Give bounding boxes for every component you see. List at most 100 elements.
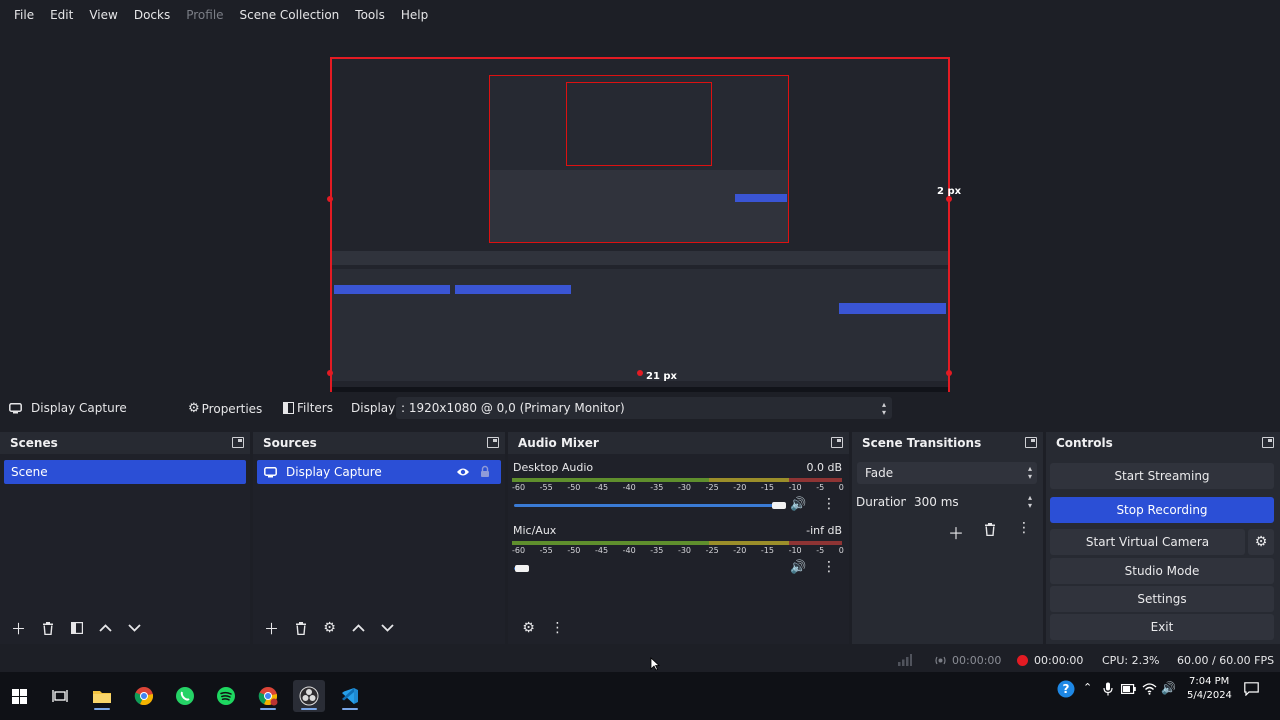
tick-label: -25 [705,546,719,555]
wifi-icon[interactable] [1142,682,1157,695]
more-options-icon[interactable]: ⋮ [1017,520,1031,536]
resize-handle-left[interactable] [327,196,333,202]
trash-icon[interactable] [984,523,996,536]
properties-label: Properties [201,401,263,416]
resize-handle-bottom-right[interactable] [946,370,952,376]
vscode-icon[interactable] [334,680,366,712]
desktop-audio-meter-red [789,478,842,482]
preview-area[interactable]: 2 px 21 px [0,30,1280,405]
start-streaming-label: Start Streaming [1114,469,1210,483]
menu-edit[interactable]: Edit [42,8,81,22]
resize-handle-bottom[interactable] [637,370,643,376]
undock-icon[interactable] [1262,437,1274,448]
add-transition-icon[interactable]: ＋ [948,520,964,544]
display-select[interactable]: : 1920x1080 @ 0,0 (Primary Monitor) ▴ ▾ [396,397,892,419]
add-icon[interactable]: ＋ [4,618,33,638]
desktop-audio-ticks: -60 -55 -50 -45 -40 -35 -30 -25 -20 -15 … [512,483,844,492]
filters-button[interactable]: Filters [283,401,333,415]
duration-spinbox[interactable]: 300 ms ▴ ▾ [906,491,1037,513]
menu-view[interactable]: View [81,8,125,22]
tick-label: -55 [539,546,553,555]
lock-icon[interactable] [480,465,490,478]
properties-button[interactable]: ⚙ Properties [188,401,262,416]
clock-time[interactable]: 7:04 PM [1189,676,1229,687]
menu-profile[interactable]: Profile [178,8,231,22]
notification-icon[interactable] [1244,682,1259,696]
studio-mode-button[interactable]: Studio Mode [1050,558,1274,584]
whatsapp-icon[interactable] [169,680,201,712]
spin-arrows-icon[interactable]: ▴ ▾ [1028,494,1032,510]
tick-label: -25 [705,483,719,492]
volume-icon[interactable]: 🔊 [1161,681,1176,695]
chrome-icon[interactable] [128,680,160,712]
sources-toolbar: ＋ ⚙ [257,618,402,638]
clock-date[interactable]: 5/4/2024 [1187,690,1232,701]
desktop-audio-volume-track[interactable] [514,504,779,507]
menu-file[interactable]: File [6,8,42,22]
more-options-icon[interactable]: ⋮ [543,618,572,638]
exit-label: Exit [1150,620,1174,634]
scene-transitions-title: Scene Transitions [862,436,982,450]
source-toolbar: Display Capture ⚙ Properties Filters Dis… [0,392,1280,425]
more-options-icon[interactable]: ⋮ [822,559,836,575]
audio-mixer-title: Audio Mixer [518,436,599,450]
source-item[interactable]: Display Capture [257,460,501,484]
exit-button[interactable]: Exit [1050,614,1274,640]
desktop-audio-name: Desktop Audio [513,461,594,474]
spotify-icon[interactable] [210,680,242,712]
move-up-icon[interactable] [344,618,373,638]
chrome-profile-icon[interactable] [252,680,284,712]
microphone-icon[interactable] [1103,682,1113,696]
start-virtual-camera-button[interactable]: Start Virtual Camera [1050,529,1245,555]
obs-icon[interactable] [293,680,325,712]
stop-recording-button[interactable]: Stop Recording [1050,497,1274,523]
nested-source-bar [332,251,948,265]
scene-item[interactable]: Scene [4,460,246,484]
tick-label: -60 [512,483,526,492]
tick-label: -50 [567,546,581,555]
filter-icon[interactable] [62,618,91,638]
transition-select[interactable]: Fade ▴ ▾ [857,462,1037,484]
undock-icon[interactable] [232,437,244,448]
menu-help[interactable]: Help [393,8,436,22]
task-view-icon[interactable] [44,680,76,712]
display-select-value: : 1920x1080 @ 0,0 (Primary Monitor) [401,401,625,415]
move-down-icon[interactable] [373,618,402,638]
move-down-icon[interactable] [120,618,149,638]
tick-label: -5 [816,546,825,555]
menu-scene-collection[interactable]: Scene Collection [232,8,348,22]
desktop-audio-volume-handle[interactable] [771,502,786,509]
file-explorer-icon[interactable] [86,680,118,712]
battery-icon[interactable] [1121,684,1136,694]
speaker-icon[interactable]: 🔊 [790,560,806,575]
desktop-audio-meter-yellow [709,478,789,482]
virtual-camera-settings-button[interactable]: ⚙ [1248,529,1274,555]
windows-start-icon[interactable] [3,680,35,712]
settings-button[interactable]: Settings [1050,586,1274,612]
resize-handle-bottom-left[interactable] [327,370,333,376]
record-time: 00:00:00 [1034,654,1084,667]
mic-aux-volume-handle[interactable] [515,565,530,572]
tick-label: -10 [788,546,802,555]
advanced-audio-gear-icon[interactable]: ⚙ [514,618,543,638]
mouse-cursor-icon [650,657,660,671]
move-up-icon[interactable] [91,618,120,638]
undock-icon[interactable] [1025,437,1037,448]
trash-icon[interactable] [33,618,62,638]
more-options-icon[interactable]: ⋮ [822,496,836,512]
undock-icon[interactable] [487,437,499,448]
add-icon[interactable]: ＋ [257,618,286,638]
duration-label: Duration [856,495,909,509]
tick-label: -60 [512,546,526,555]
undock-icon[interactable] [831,437,843,448]
gear-icon[interactable]: ⚙ [315,618,344,638]
menu-tools[interactable]: Tools [347,8,393,22]
trash-icon[interactable] [286,618,315,638]
start-streaming-button[interactable]: Start Streaming [1050,463,1274,489]
preview-canvas[interactable] [330,57,950,405]
menu-docks[interactable]: Docks [126,8,178,22]
eye-icon[interactable] [456,467,470,477]
show-hidden-icons-icon[interactable]: ⌃ [1083,681,1092,694]
speaker-icon[interactable]: 🔊 [790,497,806,512]
help-circle-icon[interactable]: ? [1057,680,1075,698]
